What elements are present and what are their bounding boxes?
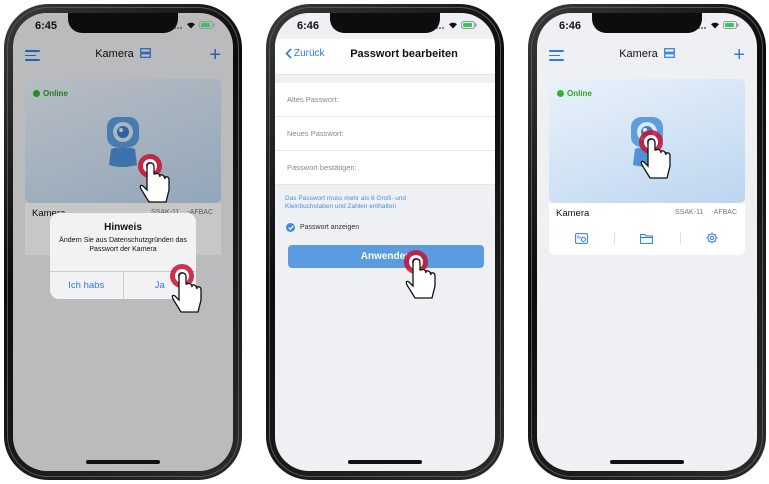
device-meta: SSAK-11 -AFBAC — [675, 209, 737, 216]
nav-title: Kamera — [619, 48, 658, 60]
show-password-label: Passwort anzeigen — [300, 224, 360, 231]
dismiss-button[interactable]: Ich habs — [50, 272, 123, 299]
online-badge: Online — [557, 89, 592, 98]
device-name: Kamera — [556, 208, 590, 219]
playback-button[interactable] — [549, 225, 614, 251]
nav-title-group: Kamera — [537, 48, 757, 60]
files-button[interactable] — [614, 225, 679, 251]
new-password-field[interactable]: Neues Passwort: — [275, 117, 495, 151]
phone-3: 6:46 Kamera + Online Kamera SSAK-11 -AFB… — [528, 4, 766, 480]
screen-3: 6:46 Kamera + Online Kamera SSAK-11 -AFB… — [537, 13, 757, 471]
status-time: 6:46 — [559, 20, 582, 32]
playback-icon — [575, 232, 589, 244]
home-indicator — [348, 460, 422, 464]
wifi-icon — [449, 22, 457, 29]
nav-title: Passwort bearbeiten — [350, 48, 458, 60]
tap-hand-icon — [138, 154, 170, 203]
battery-icon — [723, 21, 739, 29]
home-indicator — [610, 460, 684, 464]
screen-1: 6:45 Kamera + Online Kamera -AFBAC Hinwe… — [13, 13, 233, 471]
tap-hand-icon — [639, 130, 671, 179]
device-id: -AFBAC — [711, 209, 737, 216]
wifi-icon — [187, 22, 195, 29]
status-time: 6:46 — [297, 20, 320, 32]
show-password-toggle[interactable]: Passwort anzeigen — [286, 223, 359, 232]
tap-hand-icon — [170, 264, 202, 313]
home-indicator — [86, 460, 160, 464]
device-actions — [549, 225, 745, 251]
battery-icon — [199, 21, 215, 29]
add-device-icon[interactable]: + — [733, 44, 745, 67]
folder-icon — [640, 233, 654, 244]
layout-icon[interactable] — [663, 48, 675, 58]
device-serial: SSAK-11 — [675, 209, 704, 216]
confirm-password-placeholder: Passwort bestätigen: — [287, 163, 357, 172]
phone-1: 6:45 Kamera + Online Kamera -AFBAC Hinwe… — [4, 4, 242, 480]
notch — [330, 13, 440, 33]
new-password-placeholder: Neues Passwort: — [287, 129, 344, 138]
dialog-message: Ändern Sie aus Datenschutzgründen das Pa… — [59, 237, 187, 254]
dialog-title: Hinweis — [104, 222, 142, 233]
apply-button[interactable]: Anwenden — [288, 245, 484, 268]
password-hint: Das Passwort muss mehr als 8 Groß- und K… — [285, 195, 407, 211]
notch — [68, 13, 178, 33]
checkmark-icon — [286, 223, 295, 232]
password-form: Altes Passwort: Neues Passwort: Passwort… — [275, 83, 495, 185]
settings-button[interactable] — [679, 225, 745, 251]
old-password-placeholder: Altes Passwort: — [287, 95, 339, 104]
tap-hand-icon — [404, 250, 436, 299]
online-label: Online — [567, 89, 592, 98]
confirm-password-field[interactable]: Passwort bestätigen: — [275, 151, 495, 185]
old-password-field[interactable]: Altes Passwort: — [275, 83, 495, 117]
screen-2: 6:46 Zurück Passwort bearbeiten Altes Pa… — [275, 13, 495, 471]
gear-icon — [706, 232, 718, 244]
battery-icon — [461, 21, 477, 29]
status-time: 6:45 — [35, 20, 58, 32]
phone-2: 6:46 Zurück Passwort bearbeiten Altes Pa… — [266, 4, 504, 480]
device-info: Kamera SSAK-11 -AFBAC — [549, 203, 745, 255]
navbar: Zurück Passwort bearbeiten — [275, 39, 495, 75]
navbar: Kamera + — [537, 39, 757, 71]
notch — [592, 13, 702, 33]
wifi-icon — [711, 22, 719, 29]
